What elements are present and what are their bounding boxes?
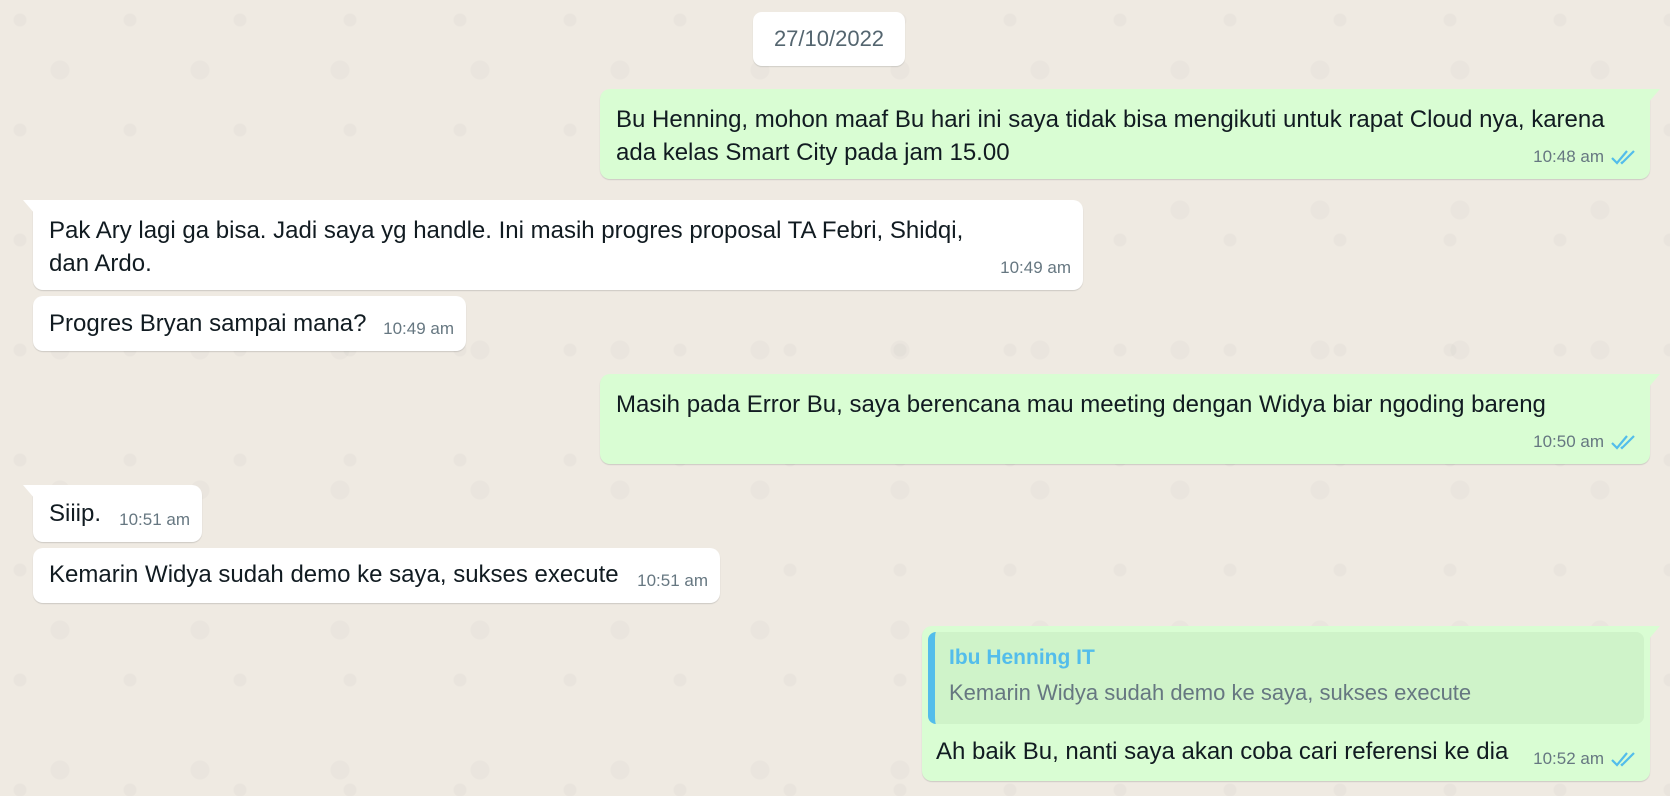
double-check-icon bbox=[1611, 149, 1635, 165]
message-meta: 10:49 am bbox=[383, 312, 454, 345]
message-text: Masih pada Error Bu, saya berencana mau … bbox=[616, 391, 1546, 418]
message-bubble-incoming[interactable]: Siiip. 10:51 am bbox=[23, 485, 202, 542]
message-time: 10:52 am bbox=[1533, 749, 1604, 768]
message-time: 10:51 am bbox=[637, 571, 708, 590]
message-meta: 10:51 am bbox=[119, 503, 190, 536]
quoted-text: Kemarin Widya sudah demo ke saya, sukses… bbox=[949, 680, 1472, 705]
message-text: Kemarin Widya sudah demo ke saya, sukses… bbox=[49, 561, 619, 588]
message-bubble-outgoing[interactable]: Ibu Henning IT Kemarin Widya sudah demo … bbox=[922, 626, 1660, 781]
chat-panel: 27/10/2022 Bu Henning, mohon maaf Bu har… bbox=[0, 0, 1670, 796]
message-meta: 10:51 am bbox=[637, 564, 708, 597]
message-meta: 10:52 am bbox=[1533, 742, 1638, 775]
double-check-icon bbox=[1611, 434, 1635, 450]
message-bubble-incoming[interactable]: Progres Bryan sampai mana? 10:49 am bbox=[33, 296, 466, 351]
message-meta: 10:50 am bbox=[1533, 425, 1638, 458]
date-label: 27/10/2022 bbox=[773, 26, 885, 51]
message-text: Bu Henning, mohon maaf Bu hari ini saya … bbox=[616, 106, 1605, 166]
message-time: 10:49 am bbox=[1000, 258, 1071, 277]
message-time: 10:49 am bbox=[383, 319, 454, 338]
message-bubble-outgoing[interactable]: Masih pada Error Bu, saya berencana mau … bbox=[600, 374, 1660, 464]
quoted-message[interactable]: Ibu Henning IT Kemarin Widya sudah demo … bbox=[928, 632, 1644, 724]
message-bubble-incoming[interactable]: Kemarin Widya sudah demo ke saya, sukses… bbox=[33, 548, 720, 603]
quoted-author: Ibu Henning IT bbox=[949, 646, 1095, 669]
date-divider: 27/10/2022 bbox=[753, 12, 905, 66]
message-meta: 10:48 am bbox=[1533, 140, 1638, 173]
double-check-icon bbox=[1611, 751, 1635, 767]
message-time: 10:51 am bbox=[119, 510, 190, 529]
message-text: Ah baik Bu, nanti saya akan coba cari re… bbox=[936, 738, 1509, 765]
message-bubble-incoming[interactable]: Pak Ary lagi ga bisa. Jadi saya yg handl… bbox=[23, 200, 1083, 290]
message-meta: 10:49 am bbox=[1000, 251, 1071, 284]
message-text: Pak Ary lagi ga bisa. Jadi saya yg handl… bbox=[49, 217, 964, 277]
message-time: 10:48 am bbox=[1533, 147, 1604, 166]
message-bubble-outgoing[interactable]: Bu Henning, mohon maaf Bu hari ini saya … bbox=[600, 89, 1660, 179]
message-time: 10:50 am bbox=[1533, 432, 1604, 451]
